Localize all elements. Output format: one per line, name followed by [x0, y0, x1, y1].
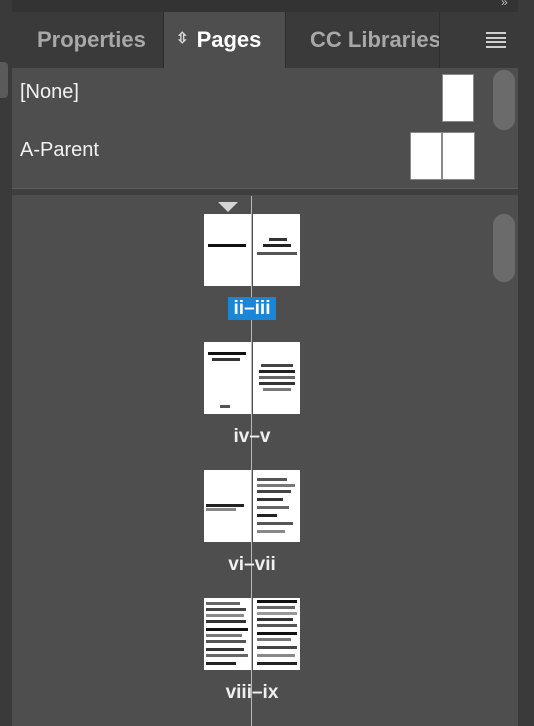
page-thumbnail[interactable]	[253, 214, 300, 286]
tab-pages-label: Pages	[196, 27, 262, 52]
parent-item-label: [None]	[20, 81, 79, 103]
spread-thumbnail-vi-vii[interactable]	[204, 470, 300, 542]
tab-cc-libraries[interactable]: CC Libraries	[286, 12, 440, 68]
page-thumbnail[interactable]	[253, 598, 300, 670]
parent-pages-section: [None] A-Parent	[12, 68, 490, 188]
spread-label[interactable]: viii–ix	[202, 682, 302, 704]
collapse-panel-icon[interactable]: »	[501, 0, 508, 9]
panel-title-bar[interactable]: »	[12, 0, 518, 12]
panel-menu-icon[interactable]	[486, 32, 506, 48]
page-thumbnail[interactable]	[204, 598, 251, 670]
parent-page-thumbnail-right[interactable]	[442, 132, 475, 180]
panel-tabs: Properties ⇳ Pages CC Libraries	[12, 12, 518, 68]
current-spread-marker	[218, 202, 238, 212]
tab-pages[interactable]: ⇳ Pages	[164, 12, 286, 68]
page-thumbnail[interactable]	[204, 342, 251, 414]
parent-item-label: A-Parent	[20, 139, 99, 161]
section-divider[interactable]	[12, 188, 518, 195]
tab-properties-label: Properties	[37, 27, 146, 52]
spread-thumbnail-iv-v[interactable]	[204, 342, 300, 414]
parent-item-a-parent[interactable]: A-Parent	[12, 126, 490, 184]
dock-edge-right	[518, 0, 534, 726]
sort-icon: ⇳	[176, 30, 189, 48]
spread-label[interactable]: vi–vii	[202, 554, 302, 576]
page-thumbnail[interactable]	[204, 214, 251, 286]
dock-resize-handle[interactable]	[0, 62, 8, 98]
pages-scrollbar[interactable]	[493, 214, 515, 282]
parents-scrollbar[interactable]	[493, 70, 515, 130]
spread-thumbnail-ii-iii[interactable]	[204, 214, 300, 286]
spread-label[interactable]: iv–v	[202, 426, 302, 448]
page-thumbnail[interactable]	[253, 342, 300, 414]
spread-thumbnail-viii-ix[interactable]	[204, 598, 300, 670]
tab-properties[interactable]: Properties	[12, 12, 164, 68]
tab-cc-libraries-label: CC Libraries	[310, 27, 440, 52]
parent-page-thumbnail[interactable]	[442, 74, 474, 122]
page-thumbnail[interactable]	[253, 470, 300, 542]
parent-item-none[interactable]: [None]	[12, 68, 490, 126]
spread-label[interactable]: ii–iii	[202, 297, 302, 320]
parent-page-thumbnail-left[interactable]	[410, 132, 442, 180]
document-pages-section: ii–iii iv–v vi–vii viii–ix	[12, 196, 490, 726]
page-thumbnail[interactable]	[204, 470, 251, 542]
dock-edge-left	[0, 0, 12, 726]
